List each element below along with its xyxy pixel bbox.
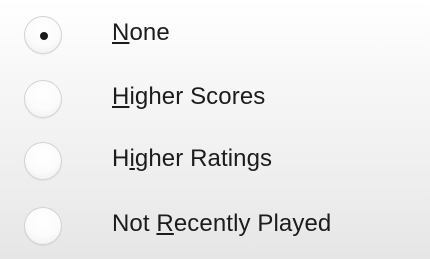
radio-button-none[interactable] bbox=[24, 16, 62, 54]
radio-label-higher-ratings[interactable]: Higher Ratings bbox=[112, 145, 272, 173]
radio-option-higher-scores[interactable]: Higher Scores bbox=[0, 76, 430, 128]
radio-label-higher-scores[interactable]: Higher Scores bbox=[112, 83, 265, 111]
radio-button-higher-ratings[interactable] bbox=[24, 142, 62, 180]
mnemonic-h: H bbox=[112, 83, 130, 110]
radio-button-higher-scores[interactable] bbox=[24, 80, 62, 118]
mnemonic-r: R bbox=[156, 210, 174, 237]
radio-button-not-recently-played[interactable] bbox=[24, 207, 62, 245]
radio-option-higher-ratings[interactable]: Higher Ratings bbox=[0, 138, 430, 190]
radio-selected-dot bbox=[40, 32, 48, 40]
sort-filter-radio-group: None Higher Scores Higher Ratings Not Re… bbox=[0, 0, 430, 259]
radio-label-none[interactable]: None bbox=[112, 19, 170, 47]
radio-option-not-recently-played[interactable]: Not Recently Played bbox=[0, 203, 430, 255]
mnemonic-n: N bbox=[112, 19, 130, 46]
radio-label-not-recently-played[interactable]: Not Recently Played bbox=[112, 210, 331, 238]
radio-option-none[interactable]: None bbox=[0, 12, 430, 64]
